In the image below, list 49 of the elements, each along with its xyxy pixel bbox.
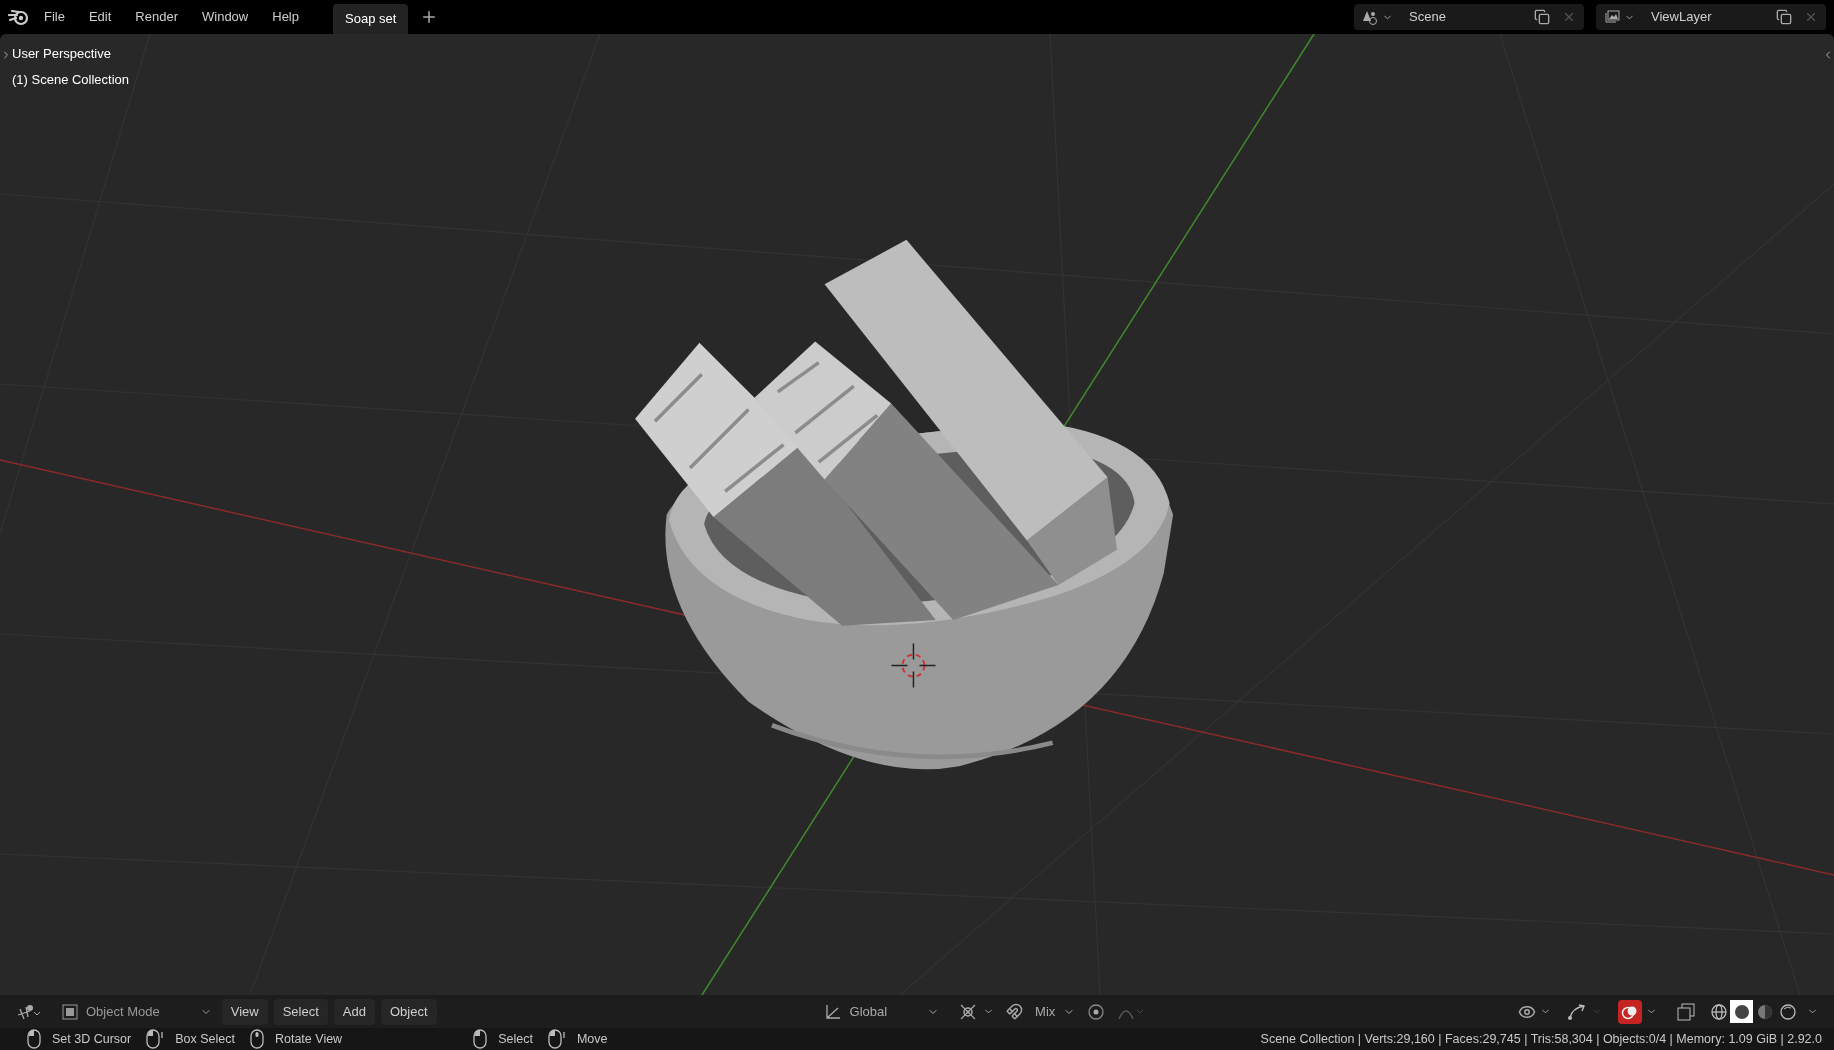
- view-name: User Perspective: [12, 45, 112, 63]
- duplicate-icon[interactable]: [1776, 9, 1792, 25]
- header-menu[interactable]: Select: [273, 998, 328, 1025]
- header-menu[interactable]: Add: [333, 998, 375, 1025]
- rendered-shading-icon: [1778, 1002, 1797, 1021]
- hint-label: Select: [498, 1030, 533, 1048]
- orientation-dropdown[interactable]: Global: [819, 998, 944, 1025]
- collection-name: (1) Scene Collection: [12, 70, 130, 89]
- scene-name: Scene: [1409, 8, 1447, 27]
- scene-statistics: Scene Collection | Verts:29,160 | Faces:29,745 | Tris:58,304 | Objects:0/4 | Memory: 1.09 GiB | 2.92.0: [1260, 1030, 1822, 1048]
- image-stack-icon: [1604, 9, 1620, 25]
- hint-label: Set 3D Cursor: [52, 1030, 132, 1048]
- menu-item[interactable]: File: [34, 4, 75, 30]
- axes-icon: [823, 1002, 842, 1021]
- shading-mode-button[interactable]: [1730, 1000, 1753, 1023]
- menu-item[interactable]: Edit: [78, 4, 122, 30]
- scene-selector[interactable]: Scene: [1354, 4, 1584, 30]
- menu-item[interactable]: Help: [262, 4, 309, 30]
- duplicate-icon[interactable]: [1534, 9, 1550, 25]
- workspace-tab[interactable]: Soap set: [333, 4, 409, 34]
- 3d-cursor-icon: [890, 642, 937, 689]
- gizmo-icon[interactable]: [1567, 1002, 1587, 1021]
- mouse-icon: [472, 1029, 489, 1049]
- hint-label: Box Select: [175, 1030, 235, 1048]
- app-logo-icon[interactable]: [8, 8, 30, 26]
- proportional-editing-icon[interactable]: [1087, 1002, 1106, 1021]
- hint-label: Move: [576, 1030, 608, 1048]
- mouse-icon: [546, 1029, 567, 1049]
- view-layer-selector[interactable]: ViewLayer: [1596, 4, 1826, 30]
- material-shading-icon: [1755, 1002, 1774, 1021]
- solid-shading-icon: [1732, 1002, 1751, 1021]
- mouse-icon: [248, 1029, 265, 1049]
- mouse-icon: [145, 1029, 166, 1049]
- overlays-toggle[interactable]: [1618, 999, 1642, 1024]
- wireframe-shading-icon: [1709, 1002, 1728, 1021]
- menu-item[interactable]: Window: [192, 4, 259, 30]
- hint-label: Rotate View: [274, 1030, 343, 1048]
- scene-icon: [1362, 9, 1378, 25]
- object-mode-icon: [62, 1003, 78, 1020]
- transform-tool-icon[interactable]: [16, 1002, 42, 1021]
- snap-mode-dropdown[interactable]: Mix: [1027, 998, 1084, 1025]
- xray-icon[interactable]: [1677, 1002, 1695, 1021]
- view-layer-name: ViewLayer: [1651, 8, 1713, 27]
- header-menu[interactable]: Object: [380, 998, 437, 1025]
- mode-dropdown[interactable]: Object Mode: [58, 999, 216, 1024]
- mouse-icon: [26, 1029, 42, 1049]
- header-menu[interactable]: View: [221, 998, 268, 1025]
- menu-item[interactable]: Render: [125, 4, 188, 30]
- magnet-icon[interactable]: [1006, 1003, 1024, 1020]
